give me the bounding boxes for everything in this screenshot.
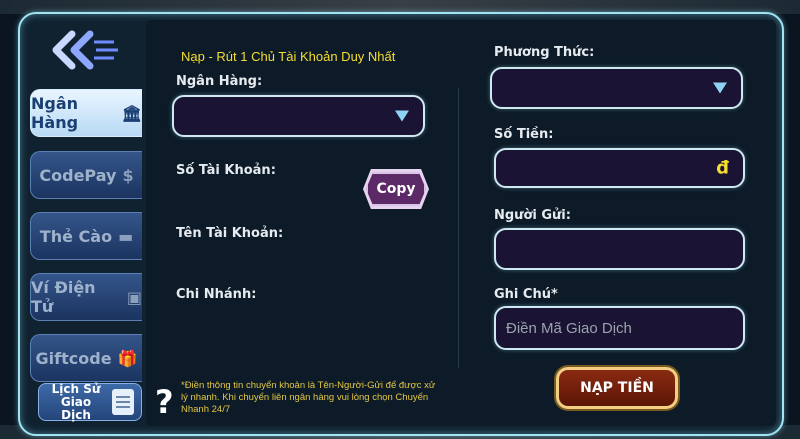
tab-giftcode[interactable]: Giftcode 🎁 <box>30 334 142 382</box>
bank-select[interactable] <box>172 95 425 137</box>
account-number-label: Số Tài Khoản: <box>176 163 276 178</box>
deposit-submit-button[interactable]: NẠP TIỀN <box>556 367 678 409</box>
sender-input[interactable] <box>494 228 745 270</box>
dropdown-arrow-icon <box>395 110 409 122</box>
sender-label: Người Gửi: <box>494 208 571 223</box>
transaction-history-button[interactable]: Lịch Sử Giao Dịch <box>38 381 142 422</box>
dropdown-arrow-icon <box>713 82 727 94</box>
tab-bank[interactable]: Ngân Hàng 🏛 <box>30 89 142 137</box>
account-name-label: Tên Tài Khoản: <box>176 226 284 241</box>
bank-label: Ngân Hàng: <box>176 74 263 89</box>
amount-input[interactable]: đ <box>494 148 745 188</box>
coins-icon: $ <box>122 165 134 185</box>
transfer-hint: *Điền thông tin chuyển khoản là Tên-Ngườ… <box>181 380 436 415</box>
help-icon[interactable]: ? <box>155 383 174 421</box>
document-icon <box>112 389 134 415</box>
amount-label: Số Tiền: <box>494 127 554 142</box>
branch-label: Chi Nhánh: <box>176 287 257 302</box>
history-label: Lịch Sử Giao Dịch <box>51 381 101 422</box>
tab-label: Ví Điện Tử <box>31 278 96 316</box>
gift-icon: 🎁 <box>117 348 138 368</box>
card-icon: ▬ <box>118 226 134 246</box>
bank-icon: 🏛 <box>121 103 142 123</box>
tab-label: Ngân Hàng <box>31 94 79 132</box>
tab-codepay[interactable]: CodePay $ <box>30 151 142 199</box>
tab-label: Giftcode <box>35 348 112 368</box>
tab-label: CodePay <box>39 165 117 185</box>
column-divider <box>458 88 459 368</box>
note-input[interactable] <box>496 308 743 348</box>
tab-label: Thẻ Cào <box>39 226 113 246</box>
method-select[interactable] <box>490 67 743 109</box>
tab-e-wallet[interactable]: Ví Điện Tử ▣ <box>30 273 142 321</box>
currency-symbol: đ <box>716 157 729 179</box>
note-label: Ghi Chú* <box>494 287 558 302</box>
note-field[interactable] <box>494 306 745 350</box>
back-arrow-icon[interactable] <box>50 30 120 70</box>
method-label: Phương Thức: <box>494 45 595 60</box>
account-notice: Nạp - Rút 1 Chủ Tài Khoản Duy Nhất <box>181 49 396 64</box>
wallet-icon: ▣ <box>126 287 142 307</box>
copy-button[interactable]: Copy <box>366 172 426 206</box>
tab-scratch-card[interactable]: Thẻ Cào ▬ <box>30 212 142 260</box>
